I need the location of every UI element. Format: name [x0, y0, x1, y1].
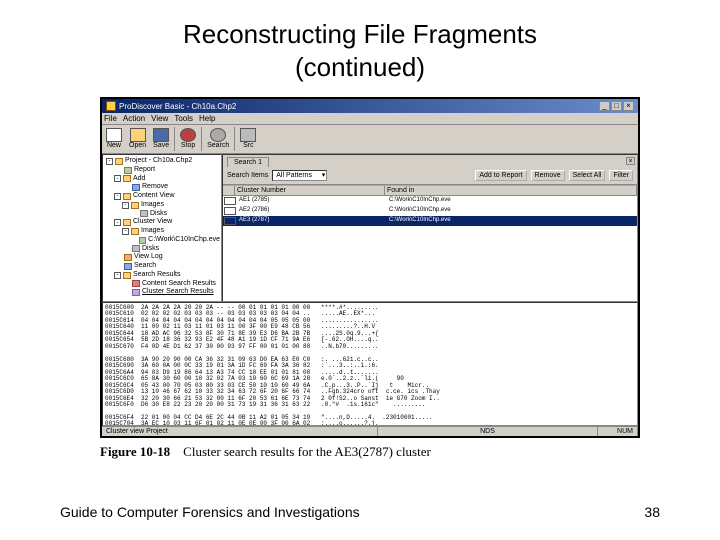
menu-action[interactable]: Action — [123, 114, 145, 123]
row-checkbox[interactable] — [224, 217, 236, 225]
results-tabs: Search 1 × — [223, 155, 637, 167]
filter-button[interactable]: Filter — [609, 170, 633, 181]
pattern-dropdown[interactable]: All Patterns — [272, 170, 327, 181]
status-right: NUM — [598, 427, 638, 436]
menu-view[interactable]: View — [151, 114, 168, 123]
app-window: ProDiscover Basic - Ch10a.Chp2 _ □ × Fil… — [100, 97, 640, 438]
tree-item[interactable]: -Images — [104, 227, 220, 236]
results-pane: Search 1 × Search Items All Patterns Add… — [222, 154, 638, 302]
tool-src[interactable]: Src — [238, 127, 258, 151]
tree-item[interactable]: -Content View — [104, 192, 220, 201]
tree-item[interactable]: -Search Results — [104, 271, 220, 280]
row-checkbox[interactable] — [224, 207, 236, 215]
figure-area: ProDiscover Basic - Ch10a.Chp2 _ □ × Fil… — [100, 97, 640, 438]
app-icon — [106, 101, 116, 111]
tool-stop[interactable]: Stop — [178, 127, 198, 151]
menu-tools[interactable]: Tools — [174, 114, 193, 123]
tree-item[interactable]: -Project - Ch10a.Chp2 — [104, 157, 220, 166]
minimize-button[interactable]: _ — [599, 101, 610, 111]
hex-content: 0015C600 2A 2A 2A 2A 20 20 2A -- -- 00 0… — [105, 305, 635, 426]
page-number: 38 — [644, 504, 660, 520]
row-checkbox[interactable] — [224, 197, 236, 205]
title-line1: Reconstructing File Fragments — [183, 19, 537, 49]
slide-title: Reconstructing File Fragments (continued… — [0, 0, 720, 91]
tree-item[interactable]: Disks — [104, 210, 220, 219]
status-mid: NDS — [378, 427, 598, 436]
slide-footer: Guide to Computer Forensics and Investig… — [0, 504, 720, 520]
menu-file[interactable]: File — [104, 114, 117, 123]
remove-button[interactable]: Remove — [531, 170, 565, 181]
tool-save[interactable]: Save — [151, 127, 171, 151]
menubar: File Action View Tools Help — [102, 113, 638, 125]
footer-text: Guide to Computer Forensics and Investig… — [60, 504, 360, 520]
tree-item[interactable]: -Cluster View — [104, 218, 220, 227]
col-cluster: Cluster Number — [235, 186, 385, 195]
tree-item[interactable]: -Add — [104, 175, 220, 184]
tree-item[interactable]: Cluster Search Results — [104, 288, 220, 297]
tree-item[interactable]: Content Search Results — [104, 280, 220, 289]
toolbar: New Open Save Stop Search Src — [102, 125, 638, 154]
add-to-report-button[interactable]: Add to Report — [475, 170, 526, 181]
table-row[interactable]: AE2 (2786)C:\Work\C10InChp.eve — [223, 206, 637, 216]
maximize-button[interactable]: □ — [611, 101, 622, 111]
results-list[interactable]: Cluster Number Found in AE1 (2785)C:\Wor… — [223, 185, 637, 301]
window-title: ProDiscover Basic - Ch10a.Chp2 — [119, 102, 236, 111]
table-row[interactable]: AE1 (2785)C:\Work\C10InChp.eve — [223, 196, 637, 206]
tree-item[interactable]: -Images — [104, 201, 220, 210]
tree-item[interactable]: Remove — [104, 183, 220, 192]
tree-item[interactable]: C:\Work\C10InChp.eve — [104, 236, 220, 245]
caption-text: Cluster search results for the AE3(2787)… — [183, 444, 431, 459]
tree-item[interactable]: View Log — [104, 253, 220, 262]
statusbar: Cluster view Project NDS NUM — [102, 426, 638, 436]
tool-search[interactable]: Search — [205, 127, 231, 151]
col-found: Found in — [385, 186, 637, 195]
search-items-label: Search Items — [227, 172, 268, 179]
toolbar-sep — [174, 127, 175, 151]
tree-item[interactable]: Disks — [104, 245, 220, 254]
table-row[interactable]: AE3 (2787)C:\Work\C10InChp.eve — [223, 216, 637, 226]
select-all-button[interactable]: Select All — [569, 170, 606, 181]
menu-help[interactable]: Help — [199, 114, 215, 123]
caption-label: Figure 10-18 — [100, 444, 170, 459]
close-button[interactable]: × — [623, 101, 634, 111]
status-left: Cluster view Project — [102, 427, 378, 436]
results-header: Cluster Number Found in — [223, 186, 637, 196]
title-line2: (continued) — [295, 52, 425, 82]
toolbar-sep — [201, 127, 202, 151]
toolbar-sep — [234, 127, 235, 151]
tool-open[interactable]: Open — [127, 127, 148, 151]
search-toolbar: Search Items All Patterns Add to Report … — [223, 167, 637, 185]
col-check — [223, 186, 235, 195]
tree-item[interactable]: Search — [104, 262, 220, 271]
tree-item[interactable]: Report — [104, 166, 220, 175]
tab-search1[interactable]: Search 1 — [227, 157, 269, 167]
titlebar: ProDiscover Basic - Ch10a.Chp2 _ □ × — [102, 99, 638, 113]
figure-caption: Figure 10-18 Cluster search results for … — [100, 444, 640, 460]
hex-viewer[interactable]: 0015C600 2A 2A 2A 2A 20 20 2A -- -- 00 0… — [102, 302, 638, 426]
tab-close-button[interactable]: × — [626, 157, 635, 165]
project-tree[interactable]: -Project - Ch10a.Chp2Report-AddRemove-Co… — [102, 154, 222, 302]
tool-new[interactable]: New — [104, 127, 124, 151]
